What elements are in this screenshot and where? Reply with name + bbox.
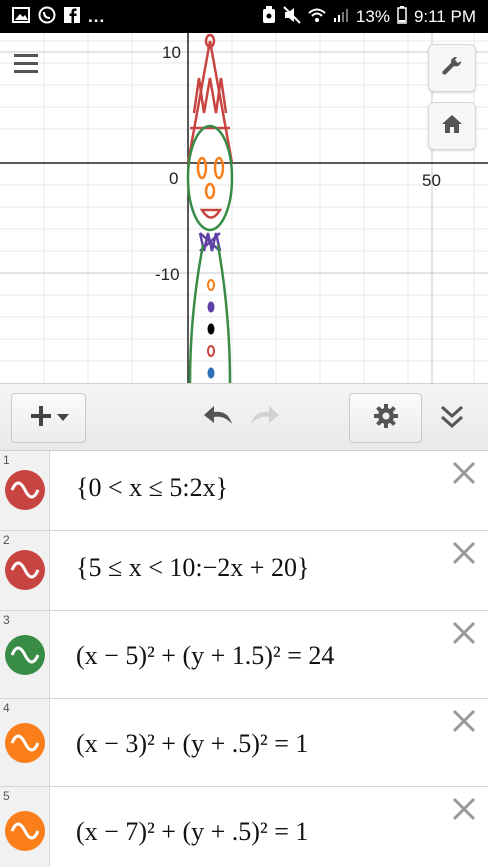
orange-left-eye: [196, 156, 208, 180]
settings-button[interactable]: [349, 393, 422, 443]
double-chevron-down-icon: [437, 405, 467, 436]
status-right-group: 13% 9:11 PM: [262, 5, 476, 29]
red-mouth: [199, 208, 223, 219]
hamburger-menu-icon[interactable]: [12, 51, 44, 79]
expression-gutter: 5: [0, 787, 50, 867]
add-item-button[interactable]: [11, 393, 86, 443]
home-icon: [441, 114, 463, 139]
expression-gutter: 3: [0, 611, 50, 698]
expression-index: 4: [3, 701, 10, 715]
orange-right-eye: [213, 156, 225, 180]
orange-curve-toggle-icon[interactable]: [5, 723, 45, 763]
graph-paper[interactable]: 10 0 50 -10: [0, 33, 488, 383]
orange-curve-toggle-icon[interactable]: [5, 811, 45, 851]
expression-row[interactable]: 3 (x − 5)² + (y + 1.5)² = 24: [0, 611, 488, 699]
delete-expression-icon[interactable]: [450, 619, 480, 649]
green-face-circle: [186, 124, 234, 232]
expression-row[interactable]: 1 {0 < x ≤ 5:2x}: [0, 451, 488, 531]
orange-nose: [204, 182, 216, 200]
expression-math[interactable]: {0 < x ≤ 5:2x}: [76, 473, 228, 503]
gallery-icon: [12, 6, 30, 28]
y-tick-label: -10: [155, 265, 180, 284]
gear-icon: [373, 403, 399, 434]
green-body: [188, 244, 232, 383]
expression-gutter: 4: [0, 699, 50, 786]
caret-down-icon: [56, 409, 69, 427]
red-curve-toggle-icon[interactable]: [5, 550, 45, 590]
status-left-group: ...: [12, 6, 105, 28]
undo-icon: [202, 406, 236, 434]
y-tick-label: 10: [162, 43, 181, 62]
minor-grid: [0, 33, 488, 383]
expression-gutter: 2: [0, 531, 50, 610]
expression-math[interactable]: (x − 7)² + (y + .5)² = 1: [76, 817, 308, 847]
status-time: 9:11 PM: [413, 7, 476, 26]
delete-expression-icon[interactable]: [450, 795, 480, 825]
expression-row[interactable]: 2 {5 ≤ x < 10:−2x + 20}: [0, 531, 488, 611]
red-curve-toggle-icon[interactable]: [5, 470, 45, 510]
collapse-list-button[interactable]: [437, 402, 471, 434]
expression-row[interactable]: 5 (x − 7)² + (y + .5)² = 1: [0, 787, 488, 867]
expression-math[interactable]: (x − 5)² + (y + 1.5)² = 24: [76, 641, 334, 671]
expression-index: 3: [3, 613, 10, 627]
expression-list: 1 {0 < x ≤ 5:2x} 2 {5 ≤ x < 10:−2x + 20}: [0, 451, 488, 867]
x-tick-label: 50: [422, 171, 441, 190]
expression-math[interactable]: {5 ≤ x < 10:−2x + 20}: [76, 553, 309, 583]
delete-expression-icon[interactable]: [450, 539, 480, 569]
expression-index: 5: [3, 789, 10, 803]
delete-expression-icon[interactable]: [450, 707, 480, 737]
zoom-home-button[interactable]: [428, 102, 476, 150]
green-curve-toggle-icon[interactable]: [5, 635, 45, 675]
battery-saver-icon: [262, 5, 276, 29]
battery-percent: 13%: [355, 7, 390, 26]
wrench-icon: [441, 55, 463, 82]
mute-icon: [283, 5, 301, 29]
redo-button[interactable]: [247, 402, 283, 432]
graph-settings-button[interactable]: [428, 44, 476, 92]
graph-canvas[interactable]: [0, 33, 488, 383]
notification-overflow: ...: [88, 7, 106, 26]
expression-row[interactable]: 4 (x − 3)² + (y + .5)² = 1: [0, 699, 488, 787]
whatsapp-icon: [38, 6, 56, 29]
origin-tick-label: 0: [169, 169, 179, 188]
expression-toolbar: [0, 383, 488, 451]
undo-button[interactable]: [202, 402, 238, 432]
status-bar: ... 13% 9:11 PM: [0, 0, 488, 33]
delete-expression-icon[interactable]: [450, 459, 480, 489]
expression-index: 2: [3, 533, 10, 547]
wifi-icon: [308, 6, 326, 29]
redo-icon: [247, 406, 281, 434]
expression-gutter: 1: [0, 451, 50, 530]
battery-icon: [397, 5, 407, 29]
facebook-icon: [64, 6, 80, 28]
expression-index: 1: [3, 453, 10, 467]
signal-icon: [333, 7, 349, 28]
expression-math[interactable]: (x − 3)² + (y + .5)² = 1: [76, 729, 308, 759]
plus-icon: [29, 404, 53, 433]
